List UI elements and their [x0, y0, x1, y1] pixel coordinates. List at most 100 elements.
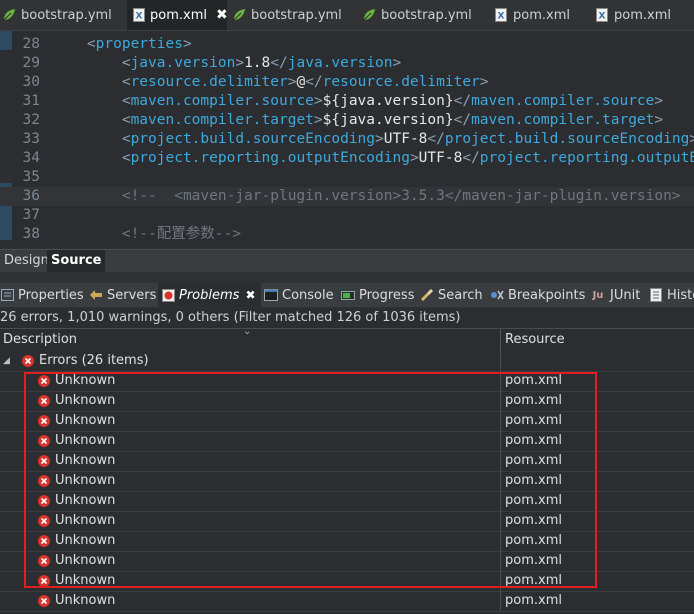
line-text: <resource.delimiter>@</resource.delimite… [121, 74, 489, 90]
problem-description: Unknown [55, 453, 116, 468]
problem-description: Unknown [55, 553, 116, 568]
tab-progress[interactable]: Progress [341, 283, 414, 307]
tab-label: Problems [179, 287, 240, 303]
tab-source[interactable]: Source [47, 250, 106, 272]
problem-description: Unknown [55, 533, 116, 548]
problems-icon [161, 288, 175, 302]
error-icon [38, 535, 50, 547]
table-row[interactable]: Unknown pom.xml [0, 391, 694, 412]
line-number: 33 [22, 131, 40, 147]
editor-tab-label: pom.xml [614, 7, 671, 23]
column-divider [500, 351, 501, 371]
column-divider[interactable] [500, 329, 501, 351]
table-row[interactable]: Unknown pom.xml [0, 431, 694, 452]
tab-breakpoints[interactable]: Breakpoints [490, 283, 585, 307]
problem-description: Unknown [55, 493, 116, 508]
error-icon [38, 395, 50, 407]
tab-label: Search [438, 287, 483, 303]
code-line[interactable]: 38 <!--配置参数--> [0, 225, 694, 244]
table-row[interactable]: Unknown pom.xml [0, 471, 694, 492]
breakpoints-icon [490, 288, 504, 302]
tab-label: History [667, 287, 694, 303]
line-number: 35 [22, 169, 40, 185]
editor-tab-bootstrap-yml-2[interactable]: bootstrap.yml [232, 0, 357, 30]
code-line[interactable]: 35 [0, 168, 694, 187]
table-row[interactable]: Unknown pom.xml [0, 531, 694, 552]
table-row[interactable]: Unknown pom.xml [0, 451, 694, 472]
code-line[interactable]: 37 [0, 206, 694, 225]
column-divider [500, 371, 501, 391]
editor-tab-pom-xml-active[interactable]: X pom.xml ✖ [127, 0, 228, 30]
problem-description: Unknown [55, 433, 116, 448]
tab-console[interactable]: Console [264, 283, 334, 307]
close-icon[interactable]: ✖ [245, 288, 255, 302]
expand-arrow-icon[interactable]: ◢ [3, 351, 10, 371]
error-icon [38, 375, 50, 387]
console-icon [264, 288, 278, 302]
progress-icon [341, 288, 355, 302]
column-divider [500, 471, 501, 491]
problem-resource: pom.xml [505, 533, 562, 548]
table-row[interactable]: Unknown pom.xml [0, 571, 694, 592]
problem-resource: pom.xml [505, 433, 562, 448]
column-divider [500, 571, 501, 591]
code-line[interactable]: 34 <project.reporting.outputEncoding>UTF… [0, 149, 694, 168]
close-icon[interactable]: ✖ [216, 7, 228, 23]
code-line[interactable]: 29 <java.version>1.8</java.version> [0, 54, 694, 73]
group-label: Errors (26 items) [39, 353, 149, 368]
editor-tab-pom-xml-3[interactable]: X pom.xml [595, 0, 694, 30]
code-line[interactable]: 31 <maven.compiler.source>${java.version… [0, 92, 694, 111]
tab-problems[interactable]: Problems ✖ [158, 283, 261, 307]
code-line[interactable]: 32 <maven.compiler.target>${java.version… [0, 111, 694, 130]
sort-caret-icon: ⌄ [243, 326, 252, 337]
problem-resource: pom.xml [505, 373, 562, 388]
code-line[interactable]: 30 <resource.delimiter>@</resource.delim… [0, 73, 694, 92]
problem-description: Unknown [55, 573, 116, 588]
table-row[interactable]: Unknown pom.xml [0, 511, 694, 532]
code-line[interactable]: 28 <properties> [0, 35, 694, 54]
line-text: <java.version>1.8</java.version> [121, 55, 402, 71]
problem-description: Unknown [55, 473, 116, 488]
line-number: 32 [22, 112, 40, 128]
line-number: 36 [22, 188, 40, 204]
problem-resource: pom.xml [505, 513, 562, 528]
tab-label: Progress [359, 287, 415, 303]
spring-leaf-icon [2, 8, 16, 22]
line-number: 30 [22, 74, 40, 90]
problem-resource: pom.xml [505, 493, 562, 508]
table-row[interactable]: Unknown pom.xml [0, 371, 694, 392]
tab-history[interactable]: History [649, 283, 694, 307]
tab-label: Servers [107, 287, 157, 303]
editor-tab-bar: bootstrap.yml X pom.xml ✖ bootstrap.yml … [0, 0, 694, 31]
tab-servers[interactable]: Servers [89, 283, 156, 307]
svg-text:X: X [498, 12, 505, 22]
tab-junit[interactable]: Ju JUnit [590, 283, 641, 307]
error-icon [38, 495, 50, 507]
spring-leaf-icon [362, 8, 376, 22]
editor-tab-label: pom.xml [150, 7, 207, 23]
code-editor[interactable]: 28 <properties> 29 <java.version>1.8</jav… [0, 31, 694, 248]
tab-properties[interactable]: Properties [0, 283, 84, 307]
editor-tab-pom-xml-2[interactable]: X pom.xml [494, 0, 589, 30]
line-text: <!--配置参数--> [52, 226, 241, 242]
history-icon [649, 288, 663, 302]
table-row[interactable]: Unknown pom.xml [0, 551, 694, 572]
column-divider [500, 511, 501, 531]
editor-tab-bootstrap-yml-3[interactable]: bootstrap.yml [362, 0, 487, 30]
tab-label: JUnit [610, 287, 641, 303]
error-group-row[interactable]: ◢ Errors (26 items) [0, 351, 694, 372]
table-row[interactable]: Unknown pom.xml [0, 411, 694, 432]
servers-icon [89, 288, 103, 302]
tab-search[interactable]: Search [420, 283, 483, 307]
svg-text:X: X [599, 12, 606, 22]
problems-table-header: Description ⌄ Resource [0, 326, 694, 352]
code-line[interactable]: 33 <project.build.sourceEncoding>UTF-8</… [0, 130, 694, 149]
tab-design[interactable]: Design [0, 250, 53, 272]
editor-tab-label: bootstrap.yml [381, 7, 472, 23]
column-description[interactable]: Description [3, 329, 77, 351]
table-row[interactable]: Unknown pom.xml [0, 591, 694, 612]
column-resource[interactable]: Resource [505, 329, 565, 351]
table-row[interactable]: Unknown pom.xml [0, 491, 694, 512]
editor-tab-bootstrap-yml-1[interactable]: bootstrap.yml [0, 0, 127, 30]
code-line[interactable]: 36 <!-- <maven-jar-plugin.version>3.5.3<… [0, 187, 694, 206]
